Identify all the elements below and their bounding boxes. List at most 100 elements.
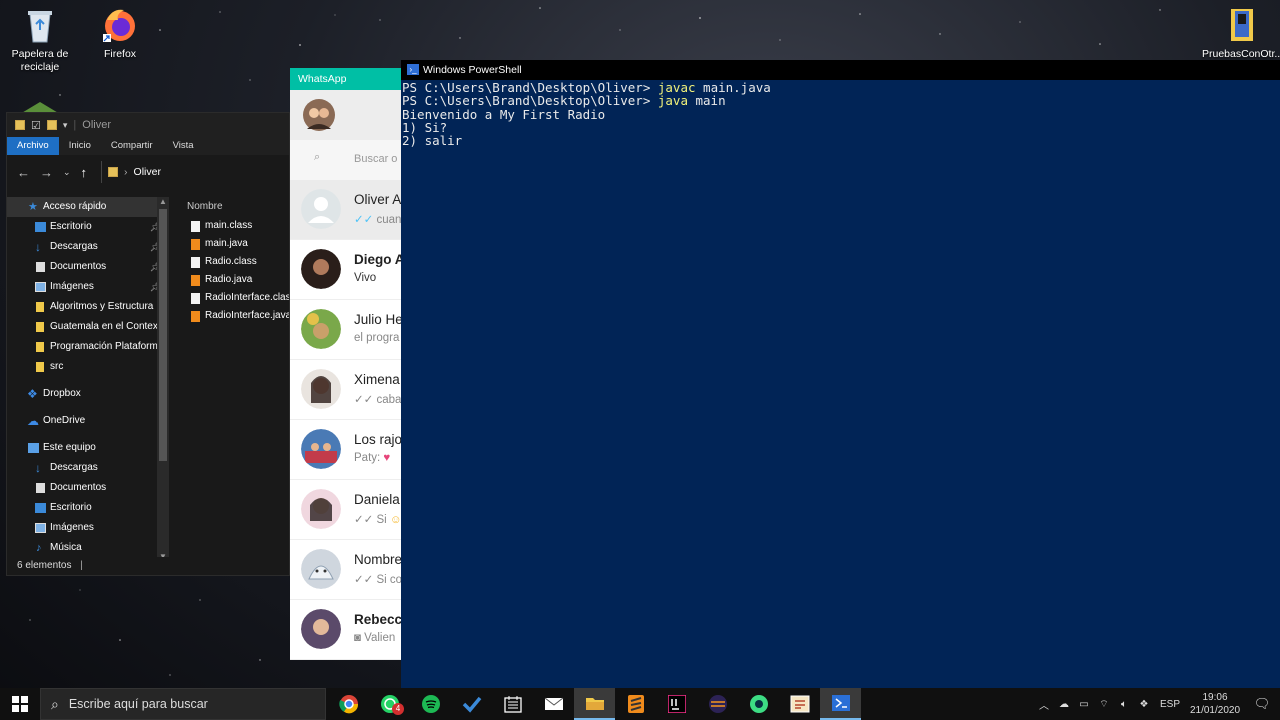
clock-time: 19:06 [1202, 692, 1228, 703]
search-icon: ⌕ [51, 695, 59, 712]
desktop-icon-firefox[interactable]: Firefox [84, 6, 156, 61]
powershell-title: Windows PowerShell [423, 64, 522, 76]
chat-preview: Vivo [354, 272, 377, 284]
desktop-icon-folder[interactable]: PruebasConOtr... [1202, 6, 1280, 61]
taskbar-app-whatsapp[interactable]: 4 [369, 688, 410, 720]
explorer-titlebar[interactable]: ☑ ▾ | Oliver [7, 113, 289, 137]
clock[interactable]: 19:06 21/01/2020 [1186, 691, 1244, 717]
nav-item-folder[interactable]: Programación Plataform [7, 337, 169, 357]
chat-item[interactable]: Oliver A ✓✓ cuand [290, 180, 402, 240]
taskbar-search[interactable]: ⌕ Escribe aquí para buscar [40, 688, 326, 720]
camera-icon: ◙ [354, 632, 361, 644]
address-bar[interactable]: › Oliver [101, 161, 161, 183]
chat-item[interactable]: Los rajo Paty: ♥ [290, 420, 402, 480]
taskbar-app-chrome[interactable] [328, 688, 369, 720]
powershell-titlebar[interactable]: ›_ Windows PowerShell [401, 60, 1280, 80]
nav-item-folder[interactable]: Guatemala en el Contex [7, 317, 169, 337]
back-arrow-icon[interactable]: ← [17, 165, 30, 180]
chat-item[interactable]: Rebecc ◙ Valien [290, 600, 402, 660]
dropbox-icon[interactable]: ❖ [1134, 699, 1154, 710]
nav-item-folder[interactable]: src [7, 357, 169, 377]
up-arrow-icon[interactable]: ↑ [81, 165, 88, 180]
taskbar-app-file-explorer[interactable] [574, 688, 615, 720]
nav-item-documentos[interactable]: Documentos 📌︎ [7, 257, 169, 277]
taskbar-app-powershell[interactable] [820, 688, 861, 720]
taskbar-app-mail[interactable] [533, 688, 574, 720]
file-row[interactable]: RadioInterface.class [177, 289, 289, 307]
whatsapp-titlebar[interactable]: WhatsApp [290, 68, 402, 90]
clock-date: 21/01/2020 [1189, 705, 1241, 716]
taskbar-app-android-studio[interactable] [738, 688, 779, 720]
navigation-scrollbar[interactable]: ▲ ▼ [157, 197, 169, 561]
ribbon-tab-vista[interactable]: Vista [163, 137, 204, 155]
ribbon-tab-inicio[interactable]: Inicio [59, 137, 101, 155]
forward-arrow-icon[interactable]: → [40, 165, 53, 180]
file-row[interactable]: Radio.java [177, 271, 289, 289]
chat-preview: ✓✓ Si con [354, 572, 402, 586]
nav-item-descargas[interactable]: ↓ Descargas [7, 458, 169, 478]
nav-item-escritorio[interactable]: Escritorio 📌︎ [7, 217, 169, 237]
quick-access-dropdown-icon[interactable]: ▾ [63, 120, 68, 131]
recent-locations-icon[interactable]: ⌄ [63, 167, 71, 178]
explorer-title: Oliver [82, 119, 111, 131]
nav-item-quick-access[interactable]: ★ Acceso rápido [7, 197, 169, 217]
column-header-name[interactable]: Nombre [177, 197, 289, 217]
search-input[interactable]: Buscar o [354, 153, 397, 165]
chat-item[interactable]: Ximena ✓✓ cabal [290, 360, 402, 420]
nav-item-imagenes[interactable]: Imágenes [7, 518, 169, 538]
taskbar-app-todo[interactable] [451, 688, 492, 720]
nav-item-dropbox[interactable]: ❖ Dropbox [7, 384, 169, 404]
nav-item-documentos[interactable]: Documentos [7, 478, 169, 498]
file-row[interactable]: Radio.class [177, 253, 289, 271]
chevron-up-icon[interactable]: ︿ [1034, 697, 1054, 712]
folder-icon[interactable] [46, 120, 57, 130]
chat-item[interactable]: Daniela ✓✓ Si ☺ [290, 480, 402, 540]
console-output[interactable]: PS C:\Users\Brand\Desktop\Oliver> javac … [401, 80, 1280, 148]
file-row[interactable]: RadioInterface.java [177, 307, 289, 325]
wifi-icon[interactable]: ⌔ [1094, 698, 1114, 711]
file-name: main.java [205, 238, 248, 249]
taskbar-app-intellij[interactable] [656, 688, 697, 720]
chrome-icon [338, 695, 358, 714]
nav-item-musica[interactable]: ♪ Música [7, 538, 169, 558]
notification-center-icon[interactable]: 🗨︎ [1244, 696, 1280, 712]
chat-item[interactable]: Nombre ✓✓ Si con [290, 540, 402, 600]
battery-icon[interactable]: ▭ [1074, 699, 1094, 710]
taskbar-app-calendar[interactable] [492, 688, 533, 720]
nav-item-label: Escritorio [50, 221, 92, 232]
ribbon-tab-archivo[interactable]: Archivo [7, 137, 59, 155]
system-tray: ︿ ☁ ▭ ⌔ 🔈︎ ❖ ESP 19:06 21/01/2020 🗨︎ [1034, 688, 1280, 720]
nav-item-label: Algoritmos y Estructura [50, 301, 154, 312]
onedrive-icon[interactable]: ☁ [1054, 699, 1074, 710]
volume-icon[interactable]: 🔈︎ [1114, 699, 1134, 710]
profile-avatar[interactable] [303, 99, 335, 131]
taskbar: ⌕ Escribe aquí para buscar 4 ︿ ☁ ▭ ⌔ 🔈︎ … [0, 688, 1280, 720]
checkmark-icon[interactable]: ☑ [31, 119, 41, 132]
taskbar-app-editor[interactable] [779, 688, 820, 720]
nav-item-descargas[interactable]: ↓ Descargas 📌︎ [7, 237, 169, 257]
nav-item-folder[interactable]: Algoritmos y Estructura [7, 297, 169, 317]
language-indicator[interactable]: ESP [1154, 699, 1186, 710]
scrollbar-thumb[interactable] [159, 209, 167, 461]
taskbar-app-spotify[interactable] [410, 688, 451, 720]
nav-item-onedrive[interactable]: ☁ OneDrive [7, 411, 169, 431]
chat-item[interactable]: Diego A Vivo [290, 240, 402, 300]
taskbar-search-input[interactable]: Escribe aquí para buscar [69, 697, 208, 711]
nav-item-this-pc[interactable]: Este equipo [7, 438, 169, 458]
file-row[interactable]: main.java [177, 235, 289, 253]
nav-item-imagenes[interactable]: Imágenes 📌︎ [7, 277, 169, 297]
taskbar-app-sublime[interactable] [615, 688, 656, 720]
chat-item[interactable]: Julio He el progra [290, 300, 402, 360]
desktop-icon-recycle-bin[interactable]: Papelera de reciclaje [4, 6, 76, 74]
address-text: Oliver [133, 166, 161, 178]
chat-name: Diego A [354, 252, 402, 267]
whatsapp-search[interactable]: ⌕ Buscar o [290, 140, 402, 180]
taskbar-app-eclipse[interactable] [697, 688, 738, 720]
start-button[interactable] [0, 688, 40, 720]
nav-item-escritorio[interactable]: Escritorio [7, 498, 169, 518]
nav-item-label: Imágenes [50, 281, 94, 292]
folder-icon [585, 698, 604, 710]
ribbon-tab-compartir[interactable]: Compartir [101, 137, 163, 155]
file-row[interactable]: main.class [177, 217, 289, 235]
scroll-up-icon[interactable]: ▲ [159, 197, 167, 206]
